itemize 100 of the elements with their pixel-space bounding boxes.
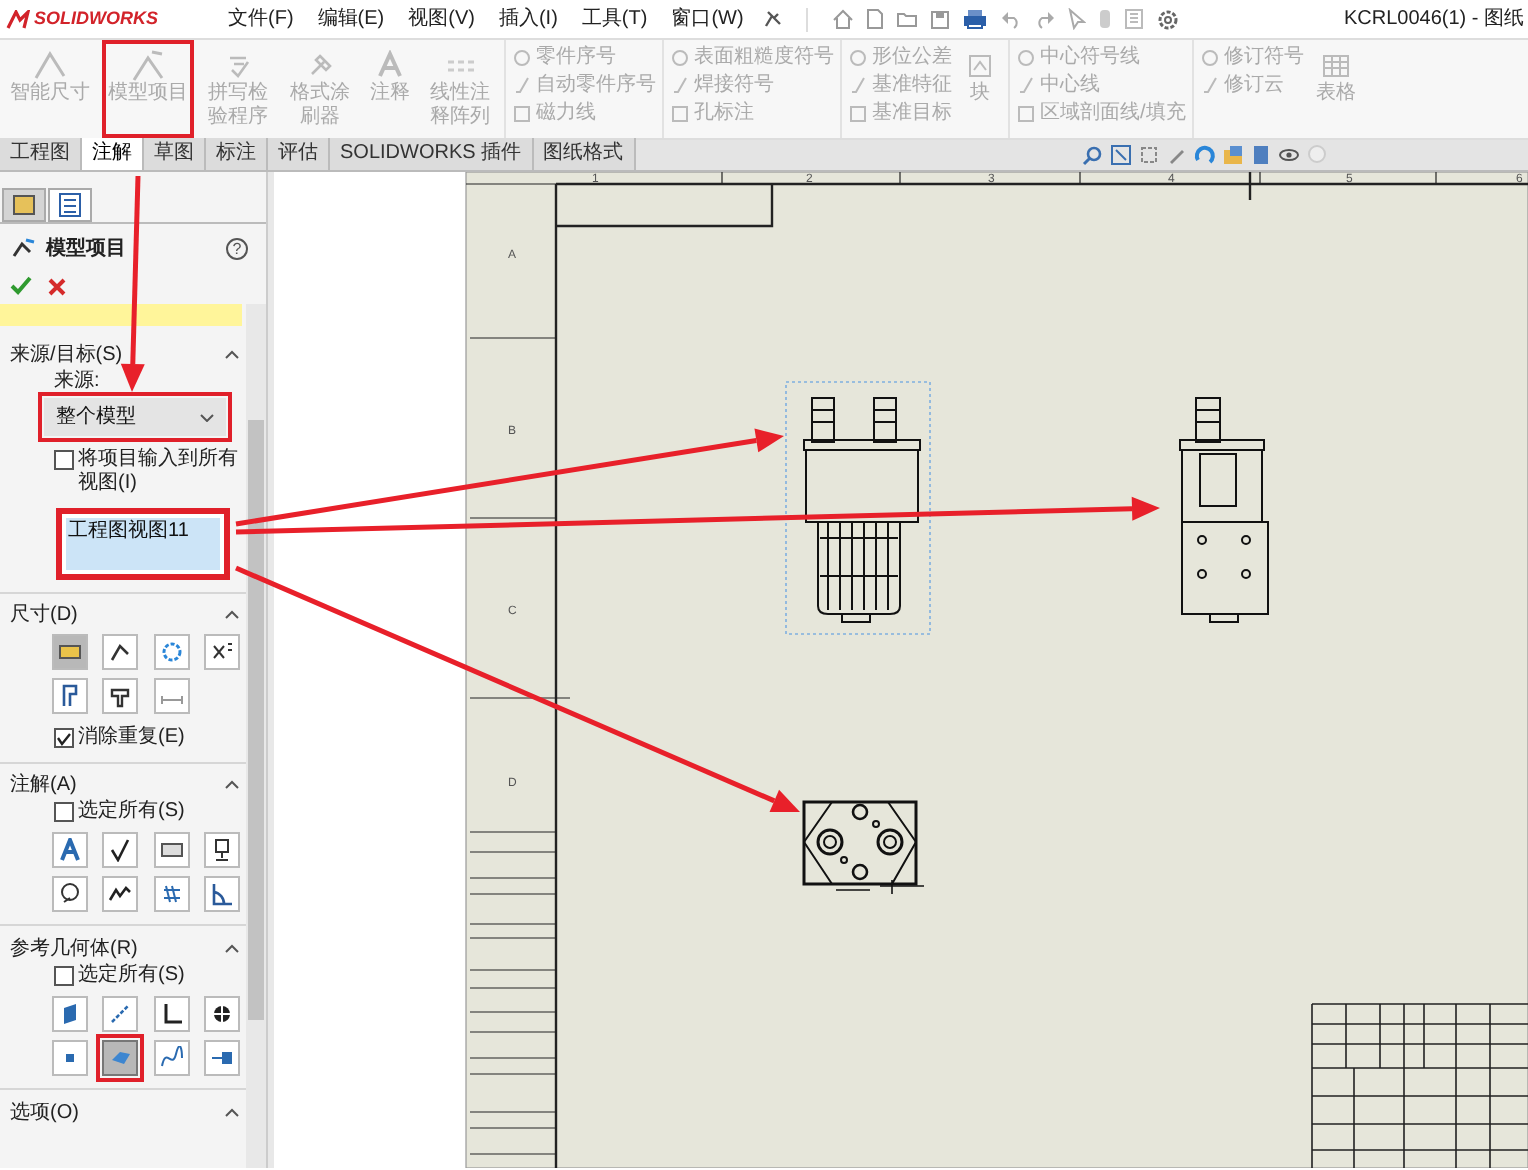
open-folder-icon[interactable]: [895, 8, 918, 30]
tab[interactable]: 评估: [268, 138, 330, 170]
side-view-drawing[interactable]: [1179, 397, 1269, 623]
option-button[interactable]: [153, 996, 189, 1032]
ribbon-item[interactable]: 零件序号: [512, 46, 656, 70]
ribbon-item[interactable]: 区域剖面线/填充: [1016, 102, 1186, 126]
rotate-icon[interactable]: [1194, 143, 1216, 165]
checkbox[interactable]: [54, 450, 74, 470]
ok-icon[interactable]: [10, 276, 32, 296]
ribbon-item[interactable]: 孔标注: [670, 102, 834, 126]
section-view-icon[interactable]: [1222, 143, 1244, 165]
collapse-icon[interactable]: [224, 779, 240, 789]
close-icon[interactable]: [48, 277, 66, 295]
eye-icon[interactable]: [1278, 143, 1300, 165]
ribbon-button[interactable]: 注释: [364, 40, 416, 138]
checkbox[interactable]: [54, 728, 74, 748]
list-item[interactable]: 工程图视图11: [66, 518, 220, 570]
views-list[interactable]: 工程图视图11: [56, 508, 230, 580]
menu-item[interactable]: 插入(I): [488, 4, 568, 34]
tab[interactable]: 图纸格式: [533, 138, 636, 170]
zoom-area-icon[interactable]: [1138, 143, 1160, 165]
print-icon[interactable]: [961, 8, 988, 30]
scrollbar-thumb[interactable]: [248, 420, 264, 1020]
collapse-icon[interactable]: [224, 609, 240, 619]
collapse-icon[interactable]: [224, 943, 240, 953]
menu-item[interactable]: 视图(V): [398, 4, 485, 34]
settings-icon[interactable]: [1155, 7, 1180, 31]
note-icon: [374, 50, 406, 82]
ribbon-item[interactable]: 基准目标: [848, 102, 952, 126]
save-icon[interactable]: [929, 9, 950, 29]
section-heading: 选项(O): [10, 1099, 79, 1127]
ribbon-button[interactable]: 线性注释阵列: [422, 40, 498, 138]
ribbon-button[interactable]: 拼写检验程序: [200, 40, 276, 138]
ribbon-button[interactable]: 智能尺寸: [4, 40, 96, 138]
block-icon: [964, 50, 996, 82]
menu-item[interactable]: 文件(F): [218, 4, 304, 34]
top-view-drawing[interactable]: [802, 800, 925, 895]
feature-tree-tab-icon[interactable]: [2, 188, 46, 222]
option-button[interactable]: [102, 678, 139, 714]
front-view-drawing[interactable]: [803, 397, 921, 623]
menu-item[interactable]: 工具(T): [571, 4, 658, 34]
surface-finish-icon: [108, 838, 133, 862]
ribbon-button[interactable]: 表格: [1309, 40, 1362, 138]
collapse-icon[interactable]: [224, 349, 240, 359]
ribbon-button[interactable]: 块: [958, 40, 1002, 138]
source-dropdown[interactable]: 整个模型: [44, 398, 226, 436]
ribbon-item[interactable]: 形位公差: [848, 46, 952, 70]
menu-item[interactable]: 窗口(W): [661, 4, 754, 34]
ribbon-item[interactable]: 修订云: [1199, 74, 1304, 98]
ribbon-item[interactable]: 表面粗糙度符号: [670, 46, 834, 70]
ribbon-item[interactable]: 中心符号线: [1016, 46, 1186, 70]
new-document-icon[interactable]: [865, 8, 884, 30]
option-button[interactable]: [203, 634, 240, 670]
checkbox-label: 选定所有(S): [78, 800, 185, 824]
property-tab-icon[interactable]: [48, 188, 92, 222]
option-button[interactable]: [102, 832, 139, 868]
tab[interactable]: 工程图: [0, 138, 82, 170]
app-logo: SOLIDWORKS: [34, 5, 158, 32]
menu-item[interactable]: 编辑(E): [307, 4, 395, 34]
geometric-tolerance-icon: [159, 838, 183, 862]
tab[interactable]: 标注: [206, 138, 268, 170]
option-button[interactable]: [52, 876, 88, 912]
collapse-icon[interactable]: [224, 1107, 240, 1117]
ribbon-button[interactable]: 格式涂刷器: [282, 40, 358, 138]
ribbon-item[interactable]: 自动零件序号: [512, 74, 656, 98]
ribbon-item[interactable]: 修订符号: [1199, 46, 1304, 70]
help-button[interactable]: ?: [226, 237, 248, 259]
zoom-fit-icon[interactable]: [1110, 143, 1132, 165]
section-heading: 尺寸(D): [10, 601, 78, 629]
tab[interactable]: SOLIDWORKS 插件: [330, 138, 534, 170]
display-style-icon[interactable]: [1250, 143, 1272, 165]
tab[interactable]: 注解: [82, 138, 144, 170]
option-button[interactable]: [203, 996, 240, 1032]
checkbox[interactable]: [54, 802, 74, 822]
ribbon-item[interactable]: 磁力线: [512, 102, 656, 126]
square-icon: [512, 104, 532, 124]
panel-title: 模型项目: [46, 235, 126, 263]
option-button[interactable]: [102, 634, 139, 670]
zoom-icon[interactable]: [1082, 143, 1104, 165]
option-button[interactable]: [153, 832, 189, 868]
checkbox[interactable]: [54, 966, 74, 986]
option-button[interactable]: [203, 876, 240, 912]
plane-icon: [58, 1002, 82, 1026]
section-heading: 参考几何体(R): [10, 935, 138, 963]
checkbox-label: 将项目输入到所有视图(I): [78, 448, 240, 496]
ribbon-item[interactable]: 中心线: [1016, 74, 1186, 98]
smart-dimension-icon: [34, 50, 66, 82]
check-mark-icon: [512, 76, 532, 96]
option-button[interactable]: [102, 876, 139, 912]
option-button[interactable]: [203, 832, 240, 868]
ribbon-item[interactable]: 基准特征: [848, 74, 952, 98]
section-heading: 注解(A): [10, 771, 77, 799]
ribbon-button[interactable]: 模型项目: [102, 40, 194, 138]
home-icon[interactable]: [831, 8, 854, 30]
ribbon-item[interactable]: 焊接符号: [670, 74, 834, 98]
angle-icon: [209, 882, 234, 906]
tab[interactable]: 草图: [144, 138, 206, 170]
option-button[interactable]: [52, 678, 88, 714]
scrollbar[interactable]: [246, 304, 266, 1168]
weld-symbol-icon: [108, 882, 133, 906]
